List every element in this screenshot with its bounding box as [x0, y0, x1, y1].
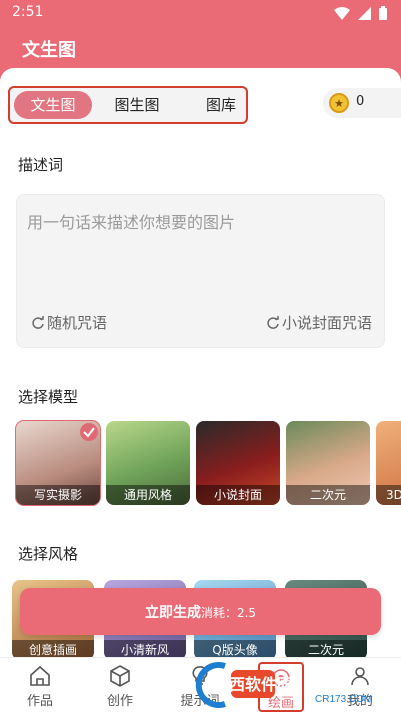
prompt-input[interactable]: 用一句话来描述你想要的图片 随机咒语 小说封面咒语: [16, 194, 385, 348]
novel-cover-prompt-label: 小说封面咒语: [281, 314, 372, 332]
model-card-realistic[interactable]: 写实摄影: [15, 420, 101, 506]
watermark-logo: 西西软件园 CR173.COM: [195, 660, 385, 708]
model-card-general[interactable]: 通用风格: [106, 421, 190, 505]
check-icon: [80, 423, 98, 441]
model-card-anime[interactable]: 二次元: [286, 421, 370, 505]
refresh-icon: [32, 315, 44, 329]
model-card-novel-cover[interactable]: 小说封面: [196, 421, 280, 505]
status-time: 2:51: [12, 4, 44, 20]
random-prompt-button[interactable]: 随机咒语: [31, 312, 107, 333]
generate-cost: 消耗：2.5: [200, 606, 257, 620]
generate-label: 立即生成: [144, 605, 201, 621]
nav-label: 创作: [106, 694, 133, 709]
watermark-main-text: 西西软件园: [213, 675, 293, 694]
nav-label: 作品: [26, 694, 53, 709]
model-section-title: 选择模型: [18, 388, 79, 406]
watermark-sub-text: CR173.COM: [315, 694, 372, 705]
style-section-title: 选择风格: [18, 545, 79, 563]
random-prompt-label: 随机咒语: [47, 314, 108, 332]
status-icons: [334, 6, 387, 20]
novel-cover-prompt-button[interactable]: 小说封面咒语: [266, 312, 372, 333]
app-header: 文生图: [0, 26, 401, 68]
coin-count: 0: [356, 94, 365, 109]
tab-text-to-image[interactable]: 文生图: [14, 91, 92, 119]
mode-tabs: 文生图 图生图 图库: [8, 86, 248, 124]
battery-icon: [379, 6, 387, 20]
tab-image-to-image[interactable]: 图生图: [104, 91, 170, 119]
model-list: 写实摄影 通用风格 小说封面 二次元 3D: [15, 420, 401, 507]
model-label: 小说封面: [196, 485, 280, 505]
model-label: 写实摄影: [16, 485, 100, 505]
nav-item-works[interactable]: 作品: [10, 662, 70, 712]
model-label: 通用风格: [106, 485, 190, 505]
coin-balance[interactable]: ★ 0: [323, 88, 401, 118]
watermark-graphic: 西西软件园 CR173.COM: [195, 662, 372, 708]
model-card-3d[interactable]: 3D: [376, 421, 401, 505]
refresh-icon: [267, 315, 279, 329]
model-label: 3D: [376, 485, 401, 505]
prompt-placeholder: 用一句话来描述你想要的图片: [27, 213, 236, 232]
main-sheet: 文生图 图生图 图库 ★ 0 描述词 用一句话来描述你想要的图片 随机咒语 小说…: [0, 68, 401, 713]
home-icon: [30, 665, 50, 686]
model-label: 二次元: [286, 485, 370, 505]
coin-icon: ★: [329, 93, 349, 113]
prompt-section-title: 描述词: [18, 156, 64, 174]
nav-item-create[interactable]: 创作: [90, 662, 150, 712]
cube-icon: [110, 665, 130, 687]
page-title: 文生图: [22, 40, 76, 61]
status-bar: 2:51: [0, 0, 401, 26]
tab-gallery[interactable]: 图库: [188, 91, 254, 119]
signal-icon: [358, 6, 371, 20]
wifi-icon: [334, 6, 350, 20]
generate-button[interactable]: 立即生成消耗：2.5: [20, 588, 381, 635]
